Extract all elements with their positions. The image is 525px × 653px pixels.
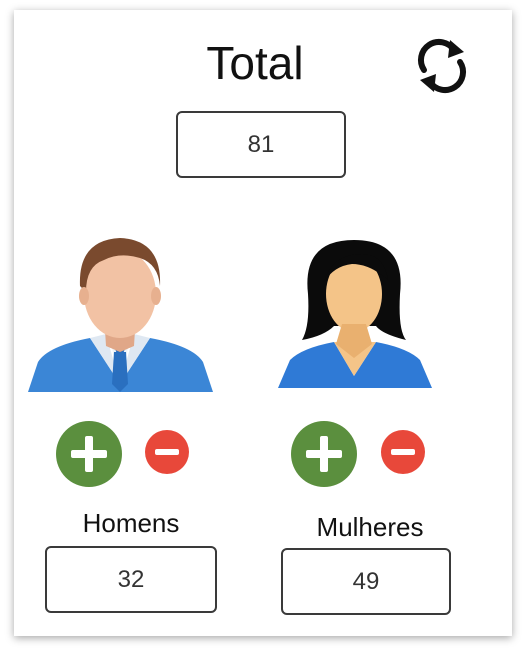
men-count: 32 (45, 546, 217, 613)
add-woman-button[interactable] (291, 421, 357, 487)
remove-man-button[interactable] (145, 430, 189, 474)
women-label: Mulheres (316, 512, 424, 542)
add-man-button[interactable] (56, 421, 122, 487)
man-avatar-icon (28, 238, 213, 392)
total-value: 81 (176, 111, 346, 178)
women-count: 49 (281, 548, 451, 615)
remove-woman-button[interactable] (381, 430, 425, 474)
total-title: Total (206, 37, 304, 89)
refresh-icon[interactable] (414, 36, 470, 96)
woman-avatar-icon (278, 240, 432, 388)
men-label: Homens (82, 508, 180, 538)
